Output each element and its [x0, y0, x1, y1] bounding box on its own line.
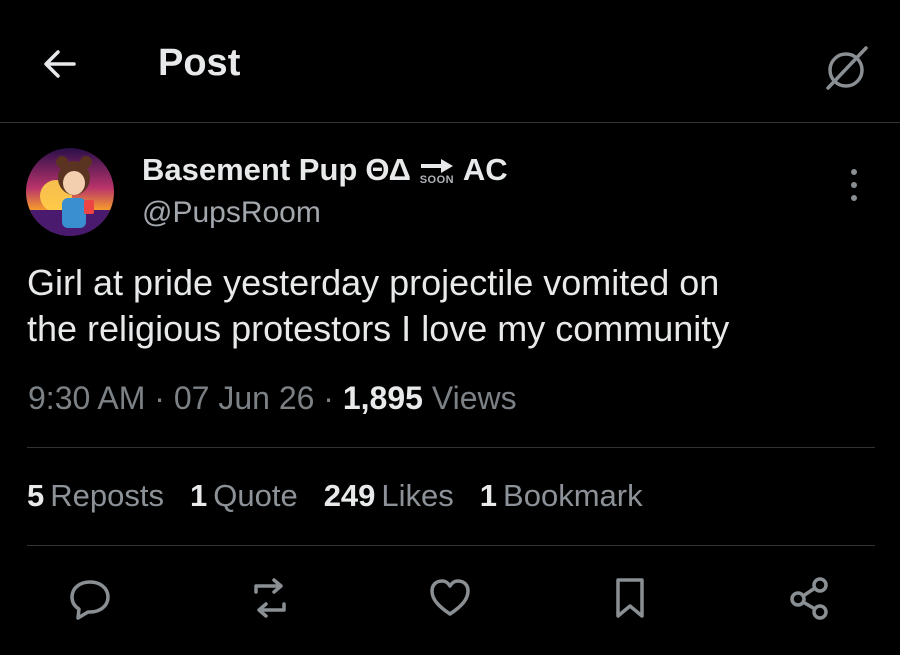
post-date: 07 Jun 26: [173, 380, 315, 416]
likes-label: Likes: [381, 478, 454, 513]
post-text-line: Girl at pride yesterday projectile vomit…: [27, 262, 720, 303]
bookmark-icon[interactable]: [604, 572, 656, 624]
meta-divider: [27, 447, 875, 448]
avatar[interactable]: [26, 148, 114, 236]
stats-divider: [27, 545, 875, 546]
bookmark-stat[interactable]: 1 Bookmark: [480, 478, 643, 514]
page-title: Post: [158, 42, 241, 84]
engagement-stats: 5 Reposts 1 Quote 249 Likes 1 Bookmark: [27, 478, 643, 514]
likes-stat[interactable]: 249 Likes: [324, 478, 454, 514]
name-suffix: AC: [462, 152, 508, 187]
separator-dot: ·: [154, 380, 174, 416]
arrow-left-icon[interactable]: [40, 44, 80, 84]
more-vertical-icon[interactable]: [846, 166, 862, 204]
reply-icon[interactable]: [64, 572, 116, 624]
reposts-count: 5: [27, 478, 45, 513]
heart-icon[interactable]: [424, 572, 476, 624]
reposts-label: Reposts: [50, 478, 164, 513]
name-symbols: ΘΔ: [365, 152, 411, 187]
bookmark-label: Bookmark: [503, 478, 643, 513]
bookmark-count: 1: [479, 478, 498, 513]
quote-count: 1: [189, 478, 208, 513]
circle-slash-icon[interactable]: [818, 40, 874, 96]
top-bar: Post: [0, 0, 900, 122]
header-divider: [0, 122, 900, 123]
separator-dot: ·: [323, 380, 343, 416]
action-bar: [0, 572, 900, 632]
post-text-line: the religious protestors I love my commu…: [27, 308, 730, 349]
post-time: 9:30 AM: [28, 380, 146, 416]
post-meta: 9:30 AM · 07 Jun 26 · 1,895 Views: [28, 380, 517, 417]
soon-label: SOON: [419, 174, 455, 186]
views-label: Views: [431, 380, 517, 416]
share-icon[interactable]: [784, 572, 836, 624]
likes-count: 249: [323, 478, 376, 513]
arrow-right-icon: [420, 159, 453, 173]
author-name-row[interactable]: Basement Pup ΘΔ SOON AC: [142, 152, 508, 188]
post-text: Girl at pride yesterday projectile vomit…: [27, 260, 887, 352]
repost-icon[interactable]: [244, 572, 296, 624]
reposts-stat[interactable]: 5 Reposts: [27, 478, 164, 514]
soon-badge: SOON: [419, 158, 455, 186]
quote-label: Quote: [213, 478, 298, 513]
author-handle[interactable]: @PupsRoom: [142, 196, 321, 230]
quote-stat[interactable]: 1 Quote: [190, 478, 298, 514]
views-count: 1,895: [342, 380, 423, 416]
display-name: Basement Pup: [142, 152, 358, 187]
